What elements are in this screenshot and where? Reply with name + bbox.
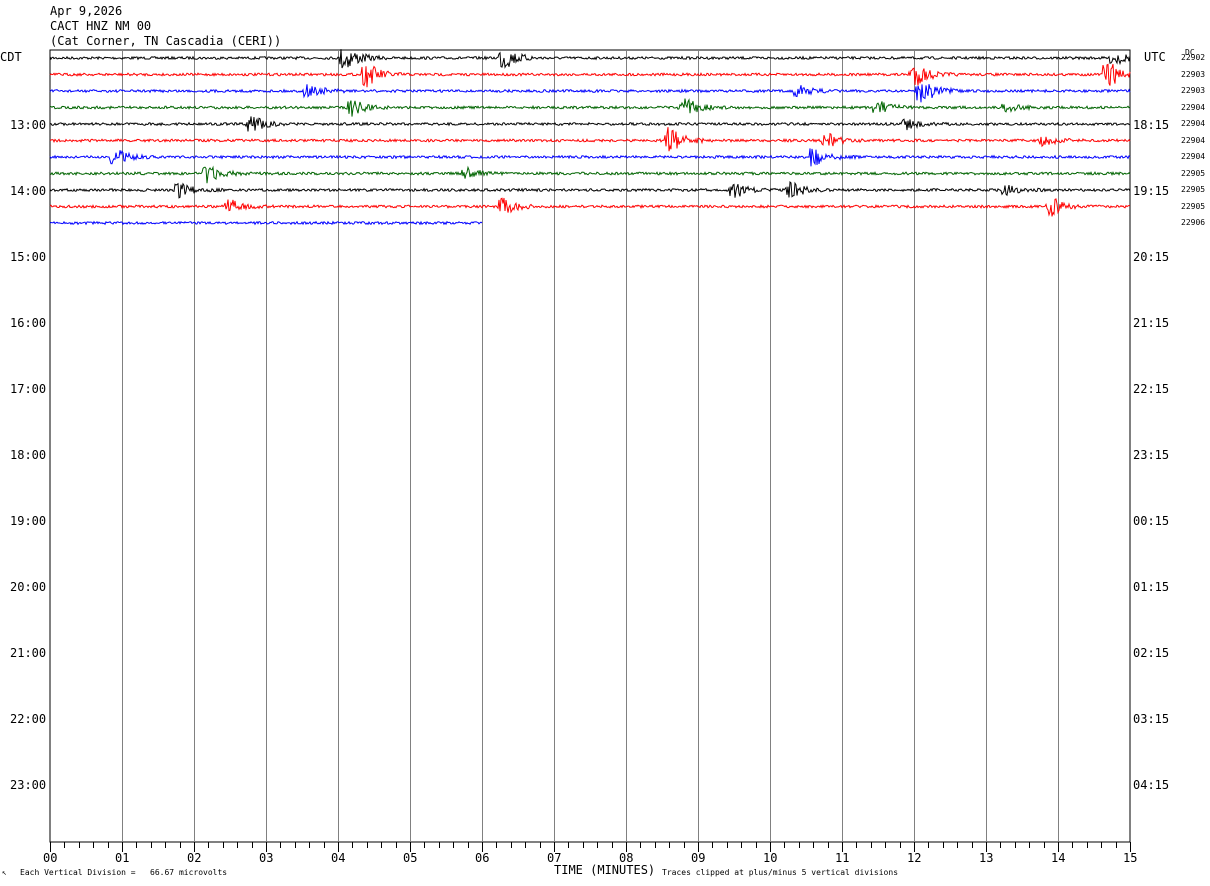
corner-mark: ↖ xyxy=(2,868,7,877)
x-tick-label: 02 xyxy=(187,851,202,865)
x-tick-label: 03 xyxy=(259,851,274,865)
right-time-label: 00:15 xyxy=(1133,514,1170,528)
right-time-label: 21:15 xyxy=(1133,316,1170,330)
dc-offset-label: 22906 xyxy=(1181,218,1206,227)
tick-layer xyxy=(50,842,1131,852)
dc-offset-label: 22904 xyxy=(1181,102,1206,112)
left-time-label: 18:00 xyxy=(10,448,47,462)
dc-offset-label: 22905 xyxy=(1181,201,1206,211)
left-time-label: 14:00 xyxy=(10,184,47,198)
trace-line xyxy=(49,49,1131,69)
trace-layer xyxy=(49,49,1131,226)
trace-line xyxy=(49,98,1131,117)
left-time-label: 13:00 xyxy=(10,118,47,132)
chart-location: (Cat Corner, TN Cascadia (CERI)) xyxy=(50,34,282,48)
trace-line xyxy=(49,116,1131,132)
trace-line xyxy=(49,84,1131,103)
right-time-label: 20:15 xyxy=(1133,250,1170,264)
left-time-label: 17:00 xyxy=(10,382,47,396)
x-tick-label: 12 xyxy=(907,851,922,865)
trace-line xyxy=(49,127,1131,152)
dc-offset-label: 22904 xyxy=(1181,152,1206,161)
x-tick-label: 04 xyxy=(331,851,346,865)
right-time-label: 02:15 xyxy=(1133,646,1170,660)
helicorder-chart xyxy=(49,49,1131,852)
right-time-label: 22:15 xyxy=(1133,382,1170,396)
left-time-label: 23:00 xyxy=(10,778,47,792)
x-tick-label: 14 xyxy=(1051,851,1066,865)
x-tick-label: 06 xyxy=(475,851,490,865)
left-timezone: CDT xyxy=(0,50,22,64)
right-time-label: 03:15 xyxy=(1133,712,1170,726)
dc-offset-label: 22904 xyxy=(1181,119,1206,128)
right-time-label: 01:15 xyxy=(1133,580,1170,594)
trace-line xyxy=(49,197,1131,217)
x-tick-label: 09 xyxy=(691,851,706,865)
left-time-label: 15:00 xyxy=(10,250,47,264)
x-tick-label: 13 xyxy=(979,851,994,865)
dc-offset-label: 22903 xyxy=(1181,69,1206,79)
left-time-label: 21:00 xyxy=(10,646,47,660)
right-time-label: 19:15 xyxy=(1133,184,1170,198)
left-time-label: 16:00 xyxy=(10,316,47,330)
dc-offset-label: 22903 xyxy=(1181,86,1206,95)
dc-offset-label: 22905 xyxy=(1181,168,1206,178)
chart-date: Apr 9,2026 xyxy=(50,4,123,18)
left-time-label: 19:00 xyxy=(10,514,47,528)
dc-offset-label: 22904 xyxy=(1181,135,1206,145)
dc-offset-label: 22902 xyxy=(1181,53,1206,62)
trace-line xyxy=(49,148,1131,167)
trace-line xyxy=(49,63,1131,88)
x-tick-label: 15 xyxy=(1123,851,1138,865)
clip-note: Traces clipped at plus/minus 5 vertical … xyxy=(662,868,899,877)
right-time-label: 23:15 xyxy=(1133,448,1170,462)
x-axis-label: TIME (MINUTES) xyxy=(554,863,656,877)
chart-station: CACT HNZ NM 00 xyxy=(50,19,152,33)
x-tick-label: 00 xyxy=(43,851,58,865)
left-time-label: 22:00 xyxy=(10,712,47,726)
left-time-label: 20:00 xyxy=(10,580,47,594)
scale-note: Each Vertical Division = 66.67 microvolt… xyxy=(20,868,228,877)
trace-line xyxy=(49,180,1131,199)
x-tick-label: 01 xyxy=(115,851,130,865)
x-tick-label: 05 xyxy=(403,851,418,865)
right-time-label: 18:15 xyxy=(1133,118,1170,132)
right-timezone: UTC xyxy=(1144,50,1166,64)
x-tick-label: 10 xyxy=(763,851,778,865)
x-tick-label: 11 xyxy=(835,851,850,865)
dc-offset-label: 22905 xyxy=(1181,185,1206,194)
trace-line xyxy=(49,165,1131,184)
right-time-label: 04:15 xyxy=(1133,778,1170,792)
